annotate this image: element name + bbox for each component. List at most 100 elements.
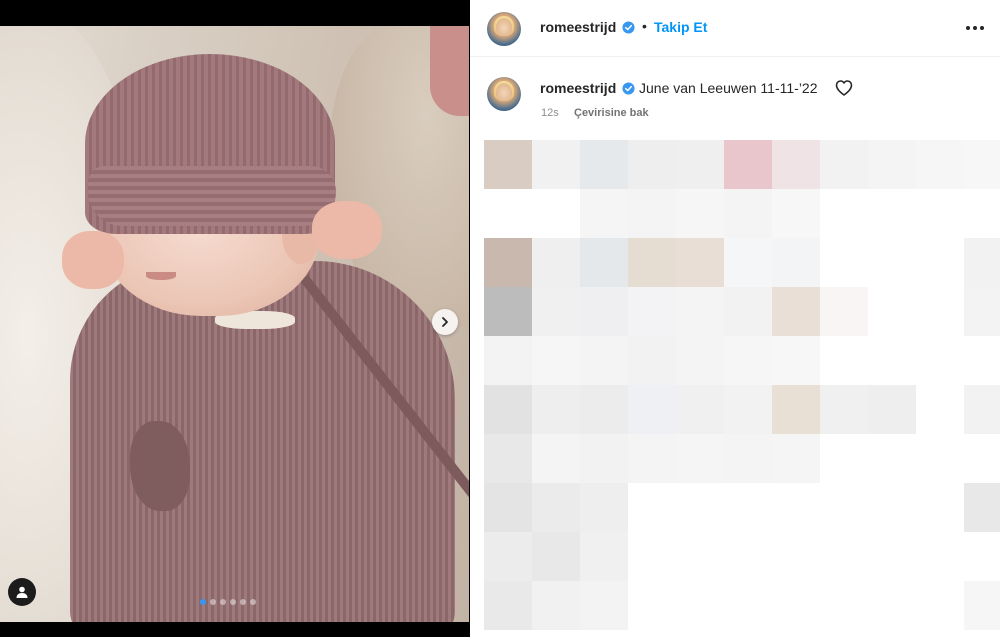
pixel-block xyxy=(580,140,628,189)
baby-hat-brim xyxy=(88,166,336,226)
pixel-block xyxy=(676,336,724,385)
carousel-dot xyxy=(240,599,246,605)
pixel-block xyxy=(580,434,628,483)
pixel-block xyxy=(772,385,820,434)
pixel-block xyxy=(484,581,532,630)
pixel-block xyxy=(628,238,676,287)
post-photo[interactable] xyxy=(0,26,469,622)
caption-username[interactable]: romeestrijd xyxy=(540,80,616,96)
pixel-block xyxy=(964,189,1000,238)
pixel-block xyxy=(820,336,868,385)
pixel-block xyxy=(772,532,820,581)
pixel-block xyxy=(676,385,724,434)
pixel-block xyxy=(484,287,532,336)
pixel-block xyxy=(676,532,724,581)
pixel-block xyxy=(964,336,1000,385)
baby-hand-left xyxy=(62,231,124,289)
pixel-block xyxy=(868,140,916,189)
pixel-block xyxy=(868,336,916,385)
pixel-block xyxy=(676,483,724,532)
pixel-block xyxy=(628,532,676,581)
pixel-block xyxy=(676,140,724,189)
baby-mouth xyxy=(146,272,176,280)
pixel-block xyxy=(484,483,532,532)
pixel-block xyxy=(820,434,868,483)
pixel-block xyxy=(868,581,916,630)
pixel-block xyxy=(916,189,964,238)
pixel-block xyxy=(820,385,868,434)
pixel-block xyxy=(820,238,868,287)
pixel-block xyxy=(916,483,964,532)
separator-dot: • xyxy=(642,18,647,34)
pixel-block xyxy=(916,434,964,483)
pixel-block xyxy=(772,140,820,189)
pixel-block xyxy=(724,385,772,434)
pixel-block xyxy=(580,532,628,581)
pixel-block xyxy=(916,385,964,434)
post-header: romeestrijd • Takip Et xyxy=(470,0,1000,57)
pixel-block xyxy=(532,238,580,287)
pixel-block xyxy=(628,385,676,434)
pixel-block xyxy=(772,336,820,385)
pixel-block xyxy=(916,140,964,189)
pixel-block xyxy=(724,189,772,238)
follow-button[interactable]: Takip Et xyxy=(654,19,707,35)
pixel-block xyxy=(580,189,628,238)
pixel-block xyxy=(724,434,772,483)
pixel-block xyxy=(916,287,964,336)
pixel-block xyxy=(628,140,676,189)
heart-icon[interactable] xyxy=(834,78,854,98)
pixel-block xyxy=(964,140,1000,189)
pixel-block xyxy=(628,434,676,483)
pixel-block xyxy=(772,238,820,287)
header-username[interactable]: romeestrijd xyxy=(540,19,616,35)
carousel-dot xyxy=(220,599,226,605)
user-tags-button[interactable] xyxy=(8,578,36,606)
pixel-block xyxy=(868,189,916,238)
pixel-block xyxy=(964,238,1000,287)
baby-hand-right xyxy=(312,201,382,259)
pixel-block xyxy=(676,238,724,287)
pixel-block xyxy=(868,287,916,336)
carousel-dot xyxy=(250,599,256,605)
pixel-block xyxy=(532,140,580,189)
pixel-block xyxy=(532,581,580,630)
avatar[interactable] xyxy=(487,12,521,46)
pixel-block xyxy=(820,581,868,630)
pixel-block xyxy=(580,238,628,287)
pixel-block xyxy=(724,581,772,630)
pixelated-comments xyxy=(484,140,1000,637)
pixel-block xyxy=(628,581,676,630)
pixel-block xyxy=(628,336,676,385)
pixel-block xyxy=(484,336,532,385)
post-sidebar: romeestrijd • Takip Et romeestrijd June … xyxy=(470,0,1000,637)
pixel-block xyxy=(532,532,580,581)
next-image-button[interactable] xyxy=(432,309,458,335)
verified-badge-icon xyxy=(622,82,635,95)
pixel-block xyxy=(916,238,964,287)
pixel-block xyxy=(772,434,820,483)
post-modal: romeestrijd • Takip Et romeestrijd June … xyxy=(0,0,1000,637)
pixel-block xyxy=(676,581,724,630)
pixel-block xyxy=(532,336,580,385)
pixel-block xyxy=(724,483,772,532)
pixel-block xyxy=(964,483,1000,532)
pixel-block xyxy=(532,483,580,532)
pixel-block xyxy=(676,434,724,483)
see-translation-link[interactable]: Çevirisine bak xyxy=(574,107,649,119)
more-options-icon[interactable] xyxy=(963,18,987,38)
pixel-block xyxy=(916,532,964,581)
pixel-block xyxy=(916,581,964,630)
pixel-block xyxy=(676,287,724,336)
pixel-block xyxy=(484,434,532,483)
pixel-block xyxy=(580,581,628,630)
pixel-block xyxy=(724,238,772,287)
pixel-block xyxy=(820,140,868,189)
caption-avatar[interactable] xyxy=(487,77,521,111)
pixel-block xyxy=(964,532,1000,581)
carousel-dot xyxy=(210,599,216,605)
pink-corner xyxy=(430,26,469,116)
pixel-block xyxy=(820,287,868,336)
pixel-block xyxy=(580,385,628,434)
pixel-block xyxy=(532,287,580,336)
